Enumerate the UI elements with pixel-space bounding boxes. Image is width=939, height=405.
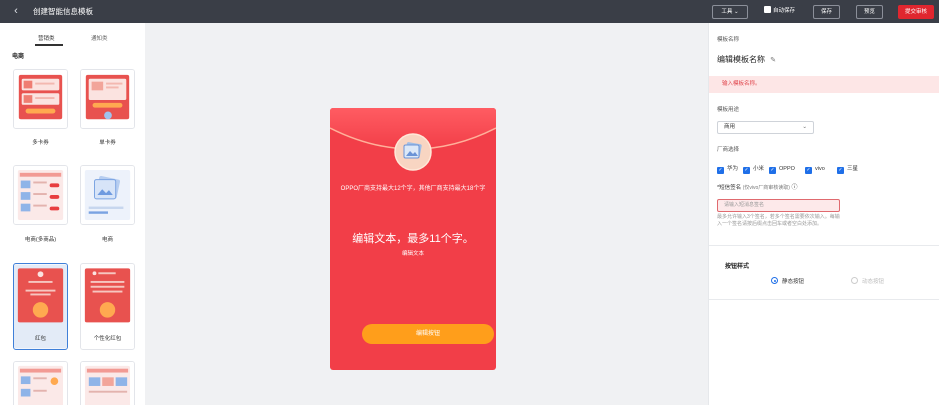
vendor-label: 厂商选择 [717,147,740,153]
checkbox-checked-icon[interactable]: ✓ [717,167,724,174]
checkbox-checked-icon[interactable]: ✓ [837,167,844,174]
chevron-down-icon: ⌄ [802,124,807,130]
info-circle-icon[interactable]: ⓘ [791,185,797,191]
template-card-partial-2[interactable] [80,361,135,405]
vendor-name: 小米 [753,166,765,172]
autosave-label: 自动保存 [772,8,795,14]
page-title: 创建智能信息模板 [33,7,93,16]
section-divider [709,245,939,246]
radio-dynamic-label: 动态按钮 [862,279,885,285]
preview-header-text[interactable]: OPPO厂商支持最大12个字，其他厂商支持最大18个字 [330,183,496,192]
card-label-red-packet: 红包 [34,336,46,342]
signature-label: *短信签名 [717,185,742,191]
top-bar: ‹ 创建智能信息模板 工具 ⌄ 自动保存 保存 预览 提交审核 [0,0,939,23]
template-card-ecommerce[interactable] [80,165,135,225]
checkbox-checked-icon[interactable]: ✓ [743,167,750,174]
ecommerce-thumbnail-icon [81,166,134,224]
usage-label: 模板用途 [717,107,740,113]
submit-review-button[interactable]: 提交审核 [898,5,934,19]
properties-panel: 模板名称 编辑模板名称 ✎ 输入模板名称。 模板用途 商用 ⌄ 厂商选择 ✓ 华为… [708,23,939,405]
vendor-checkbox-xiaomi[interactable]: ✓ 小米 [743,165,764,174]
partial-thumbnail-icon [14,362,67,405]
radio-static-button[interactable]: 静态按钮 [771,277,804,285]
vendor-checkbox-vivo[interactable]: ✓ vivo [805,165,825,174]
preview-sub-text[interactable]: 编辑文本 [330,249,496,257]
preview-action-button[interactable]: 编辑按钮 [362,324,494,344]
template-card-single-coupon[interactable] [80,69,135,129]
image-placeholder-icon [394,133,432,171]
card-label-personal-red-packet: 个性化红包 [93,336,122,342]
checkbox-checked-icon[interactable]: ✓ [769,167,776,174]
autosave-toggle[interactable]: 自动保存 [756,5,803,19]
vendor-checkbox-oppo[interactable]: ✓ OPPO [769,165,795,174]
edit-pencil-icon[interactable]: ✎ [770,57,776,64]
radio-unselected-icon[interactable] [851,277,858,284]
preview-main-text[interactable]: 编辑文本，最多11个字。 [330,230,496,246]
usage-select[interactable]: 商用 ⌄ [717,121,814,134]
template-name-field[interactable]: 编辑模板名称 ✎ [717,54,776,65]
signature-label-row: *短信签名 (仅vivo厂商审核读取) ⓘ [717,182,797,191]
tab-marketing[interactable]: 营销类 [38,34,55,42]
template-card-ecommerce-multi[interactable] [13,165,68,225]
signature-input[interactable]: 请输入短消息签名 [717,199,840,212]
signature-help-text: 最多允许输入3个签名，若多个签名需要依次输入。每输入一个签名请按后缀点击回车或者… [717,214,840,227]
ecommerce-multi-thumbnail-icon [14,166,67,224]
partial-thumbnail-2-icon [81,362,134,405]
vendor-checkbox-huawei[interactable]: ✓ 华为 [717,165,738,174]
template-name-label: 模板名称 [717,37,740,43]
back-arrow-icon[interactable]: ‹ [9,4,23,18]
signature-hint: (仅vivo厂商审核读取) [742,185,790,191]
vendor-name: vivo [815,166,825,172]
card-label-multi-coupon: 多卡券 [32,140,49,146]
vendor-name: OPPO [779,166,795,172]
tab-notification[interactable]: 通知类 [91,34,108,42]
active-tab-underline [35,44,63,46]
autosave-checkbox-icon[interactable] [763,6,771,13]
category-heading: 电商 [12,54,25,60]
radio-dynamic-button[interactable]: 动态按钮 [851,277,884,285]
preview-button[interactable]: 预览 [856,5,883,19]
multi-coupon-thumbnail-icon [14,70,67,128]
vendor-name: 华为 [727,166,739,172]
usage-select-value: 商用 [724,124,736,130]
vendor-name: 三星 [847,166,859,172]
template-card-multi-coupon[interactable] [13,69,68,129]
card-label-ecommerce-multi: 电商(多商品) [24,237,57,243]
checkbox-checked-icon[interactable]: ✓ [805,167,812,174]
template-name-value[interactable]: 编辑模板名称 [717,55,765,64]
section-divider-bottom [709,299,939,300]
name-warning-banner: 输入模板名称。 [709,76,939,93]
template-card-partial-1[interactable] [13,361,68,405]
radio-static-label: 静态按钮 [782,279,805,285]
button-style-title: 按钮样式 [725,264,750,270]
card-label-single-coupon: 单卡券 [99,140,116,146]
save-button[interactable]: 保存 [813,5,840,19]
vendor-checkbox-samsung[interactable]: ✓ 三星 [837,165,858,174]
radio-selected-icon[interactable] [771,277,778,284]
card-label-ecommerce: 电商 [101,237,113,243]
tools-dropdown[interactable]: 工具 ⌄ [712,5,748,19]
single-coupon-thumbnail-icon [81,70,134,128]
template-library-panel: 营销类 通知类 电商 多卡券 单卡券 电商(多商品) 电商 红包 个性化红包 [0,23,145,405]
